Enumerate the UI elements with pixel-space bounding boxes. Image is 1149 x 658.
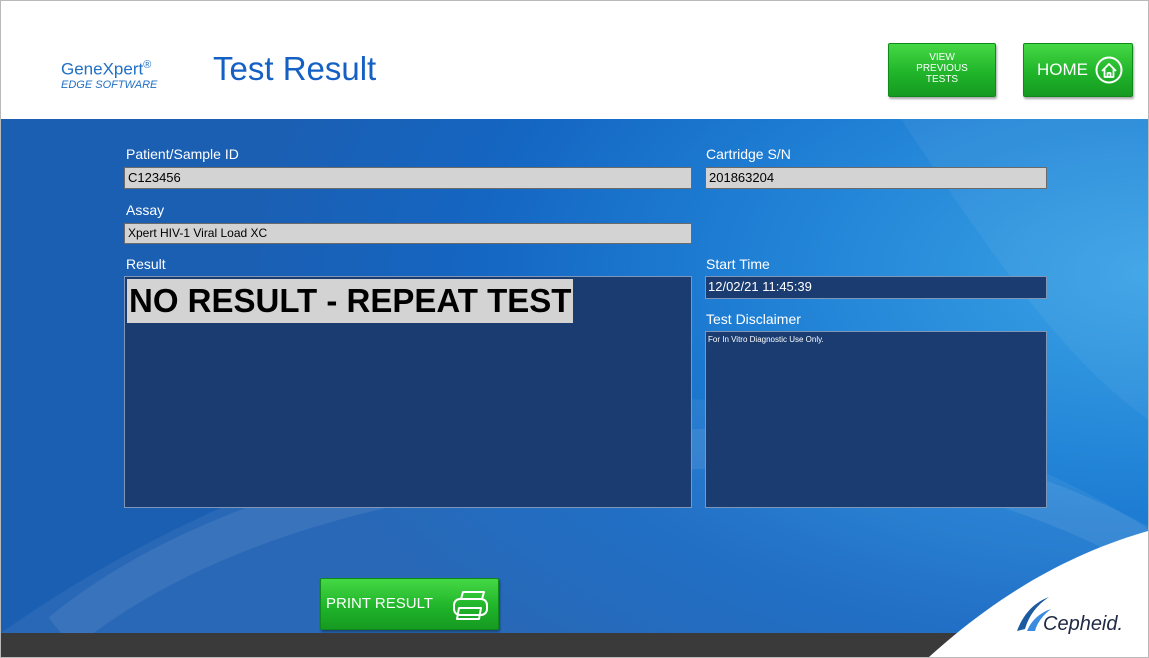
header: GeneXpert® EDGE SOFTWARE Test Result VIE… (1, 1, 1148, 119)
footer-bar (1, 633, 1148, 657)
start-time-label: Start Time (706, 256, 770, 272)
main-panel: Patient/Sample ID C123456 Cartridge S/N … (1, 119, 1148, 633)
brand-subtitle: EDGE SOFTWARE (61, 78, 158, 91)
cartridge-sn-label: Cartridge S/N (706, 146, 791, 162)
home-label: HOME (1037, 60, 1088, 79)
test-disclaimer-label: Test Disclaimer (706, 311, 801, 327)
result-panel: NO RESULT - REPEAT TEST (124, 276, 692, 508)
assay-label: Assay (126, 202, 165, 218)
test-disclaimer-panel: For In Vitro Diagnostic Use Only. (705, 331, 1047, 508)
result-value: NO RESULT - REPEAT TEST (127, 279, 574, 323)
page-title: Test Result (213, 50, 377, 87)
patient-id-field: C123456 (124, 167, 692, 189)
start-time-field: 12/02/21 11:45:39 (705, 276, 1047, 299)
cartridge-sn-field: 201863204 (705, 167, 1047, 189)
result-label: Result (126, 256, 166, 272)
home-icon (1095, 56, 1123, 84)
test-disclaimer-value: For In Vitro Diagnostic Use Only. (708, 335, 824, 344)
brand-logo: GeneXpert® EDGE SOFTWARE (61, 57, 157, 91)
print-result-label: PRINT RESULT (326, 595, 433, 612)
patient-id-label: Patient/Sample ID (126, 146, 239, 162)
app-window: GeneXpert® EDGE SOFTWARE Test Result VIE… (0, 0, 1149, 658)
view-previous-tests-button[interactable]: VIEW PREVIOUS TESTS (888, 43, 996, 97)
print-result-button[interactable]: PRINT RESULT (320, 578, 499, 630)
printer-icon (453, 591, 488, 620)
assay-field: Xpert HIV-1 Viral Load XC (124, 223, 692, 244)
cepheid-wordmark: Cepheid. (1043, 613, 1124, 635)
home-button[interactable]: HOME (1023, 43, 1133, 97)
brand-registered-mark: ® (143, 59, 152, 71)
brand-name: GeneXpert (61, 59, 144, 79)
start-time-value: 12/02/21 11:45:39 (708, 279, 812, 294)
view-previous-tests-label: VIEW PREVIOUS TESTS (916, 52, 968, 85)
